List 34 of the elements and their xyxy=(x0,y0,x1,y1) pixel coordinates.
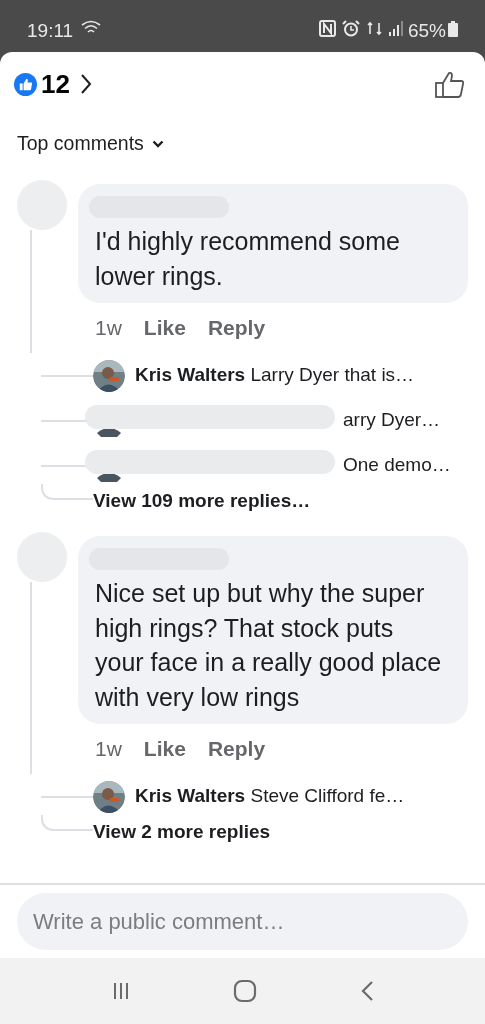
chevron-down-icon xyxy=(151,140,164,148)
like-link[interactable]: Like xyxy=(143,312,186,344)
thread-connector xyxy=(41,484,93,500)
chevron-right-icon[interactable] xyxy=(79,73,92,95)
back-icon[interactable] xyxy=(359,980,374,1002)
view-more-replies-link[interactable]: View 2 more replies xyxy=(93,818,271,847)
reply-link[interactable]: Reply xyxy=(207,733,266,765)
battery-percent: 65% xyxy=(407,19,446,43)
like-reaction-icon xyxy=(14,72,37,96)
reply-preview[interactable]: Steve Clifford fe… xyxy=(250,785,405,807)
reply-preview[interactable]: One demo… xyxy=(343,454,451,476)
reply-preview[interactable]: Larry Dyer that is… xyxy=(250,364,415,386)
like-link[interactable]: Like xyxy=(143,733,186,765)
comment-time: 1w xyxy=(95,315,122,342)
battery-icon xyxy=(448,21,458,37)
reply-preview[interactable]: arry Dyer… xyxy=(343,409,441,431)
comment-text: I'd highly recommend some lower rings. xyxy=(95,226,401,292)
alarm-icon xyxy=(341,20,360,37)
thread-connector xyxy=(41,815,93,831)
comment-time: 1w xyxy=(95,736,122,763)
home-icon[interactable] xyxy=(233,979,258,1003)
view-more-replies-link[interactable]: View 109 more replies… xyxy=(93,487,311,516)
signal-icon xyxy=(388,21,403,36)
mobile-data-icon xyxy=(366,21,383,36)
thumbs-up-icon[interactable] xyxy=(435,70,465,98)
comment-text: Nice set up but why the super high rings? That stock puts your face in a really good place with very low rings xyxy=(95,578,443,713)
reply-author[interactable]: Kris Walters xyxy=(135,364,246,386)
clock-time: 19:11 xyxy=(27,19,74,43)
reaction-count[interactable]: 12 xyxy=(41,64,70,104)
nfc-icon xyxy=(318,20,336,37)
comment-input-field[interactable]: Write a public comment… xyxy=(17,893,468,950)
reply-author[interactable]: Kris Walters xyxy=(135,785,246,807)
reply-link[interactable]: Reply xyxy=(207,312,266,344)
sort-dropdown[interactable]: Top comments xyxy=(17,129,164,159)
